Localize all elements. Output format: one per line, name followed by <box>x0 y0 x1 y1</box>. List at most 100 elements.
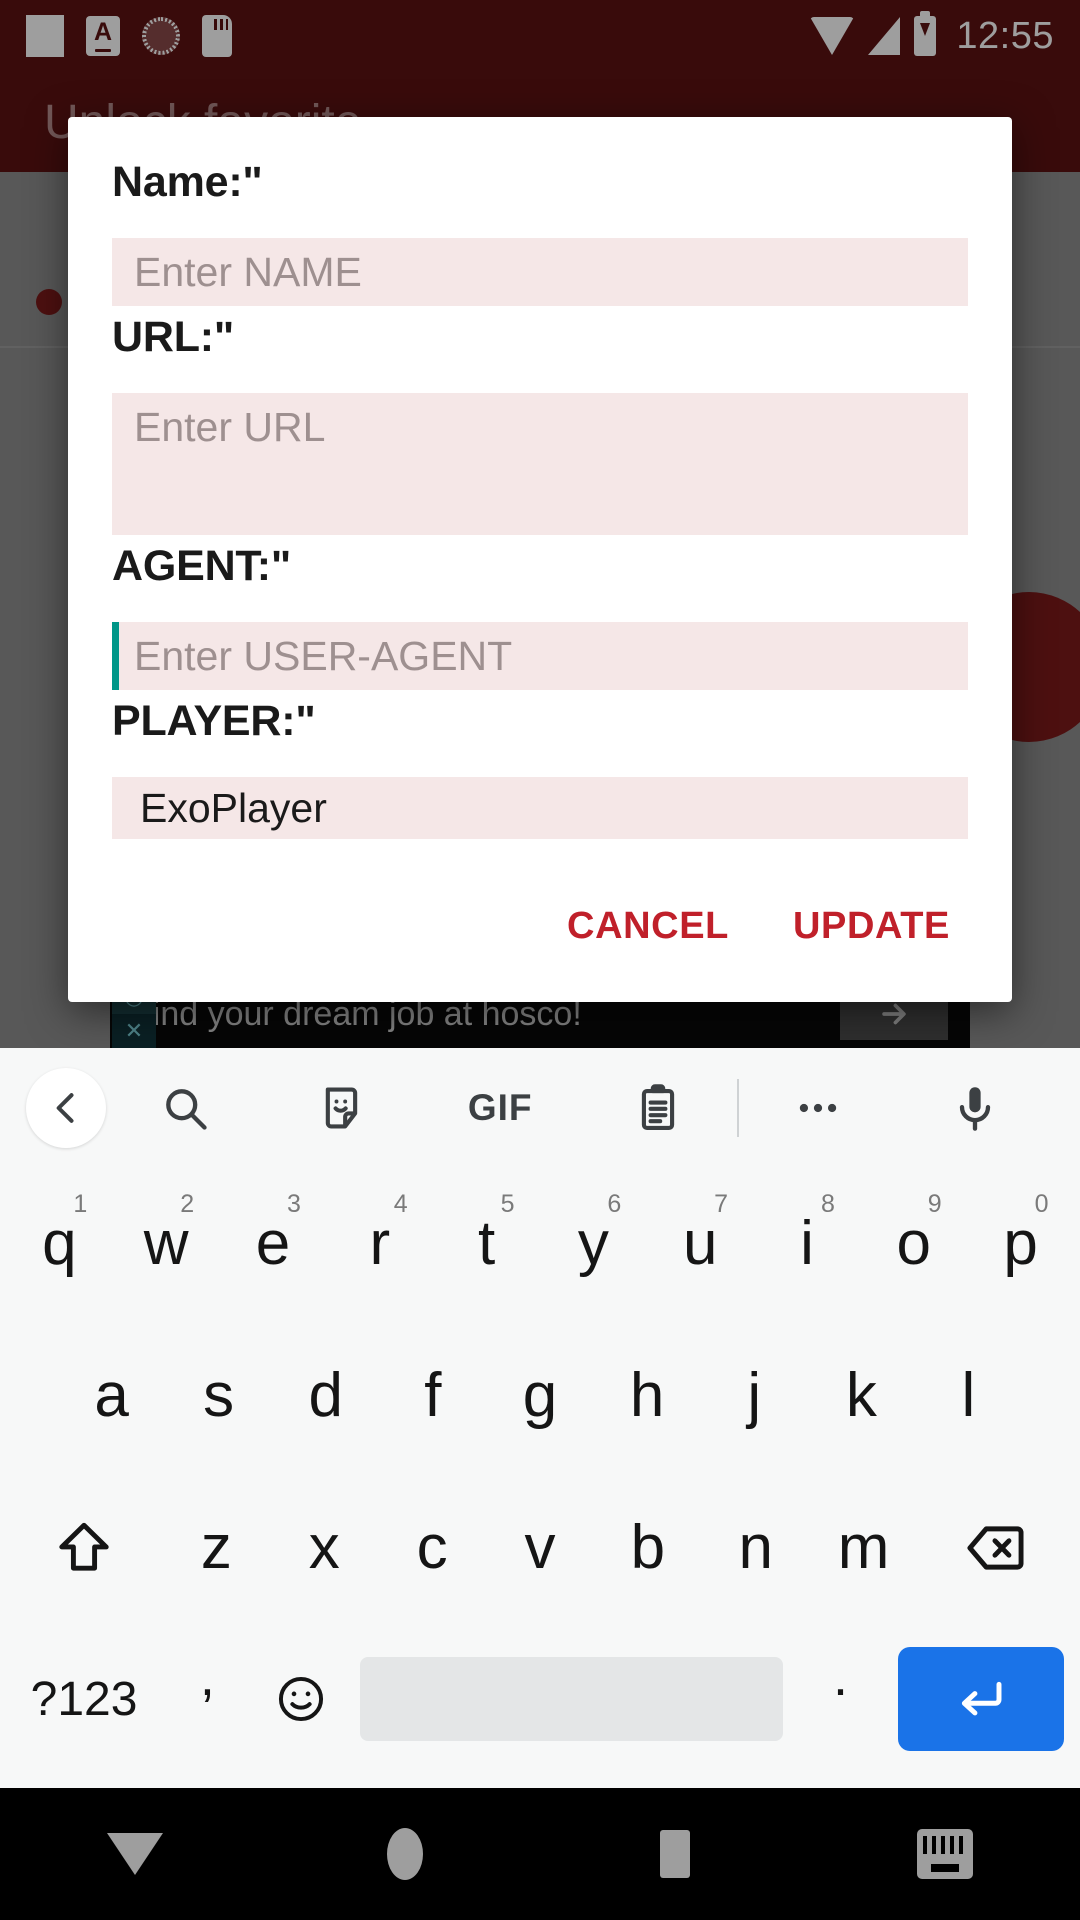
key-u-label: u <box>682 1209 718 1278</box>
key-o[interactable]: 9o <box>860 1168 967 1320</box>
key-x[interactable]: x <box>270 1472 378 1624</box>
search-icon[interactable] <box>106 1082 264 1134</box>
symbols-key[interactable]: ?123 <box>6 1672 162 1727</box>
key-k[interactable]: k <box>808 1320 915 1472</box>
edit-channel-dialog: Name:" Enter NAME URL:" Enter URL AGENT:… <box>68 117 1012 1002</box>
key-k-label: k <box>845 1361 877 1430</box>
key-r[interactable]: 4r <box>326 1168 433 1320</box>
key-n[interactable]: n <box>702 1472 810 1624</box>
player-select-value: ExoPlayer <box>140 784 327 831</box>
keyboard-row-3: z x c v b n m <box>6 1472 1074 1624</box>
keyboard-toolbar: GIF <box>0 1048 1080 1168</box>
recents-square-icon <box>660 1830 690 1878</box>
agent-field-label: AGENT:" <box>112 542 292 590</box>
key-b[interactable]: b <box>594 1472 702 1624</box>
key-y-number: 6 <box>607 1190 622 1218</box>
key-q-number: 1 <box>73 1190 88 1218</box>
keyboard-row-2: a s d f g h j k l <box>6 1320 1074 1472</box>
recents-button[interactable] <box>540 1830 810 1878</box>
key-p[interactable]: 0p <box>967 1168 1074 1320</box>
enter-arrow-icon[interactable] <box>897 1647 1064 1751</box>
key-d-label: d <box>308 1361 344 1430</box>
home-circle-icon <box>387 1828 423 1880</box>
key-h[interactable]: h <box>594 1320 701 1472</box>
home-button[interactable] <box>270 1828 540 1880</box>
shift-arrow-icon[interactable] <box>6 1472 162 1624</box>
back-button[interactable] <box>0 1833 270 1875</box>
url-field-label: URL:" <box>112 313 235 361</box>
user-agent-input[interactable]: Enter USER-AGENT <box>112 622 968 690</box>
key-o-number: 9 <box>927 1190 942 1218</box>
key-g-label: g <box>522 1361 558 1430</box>
url-input[interactable]: Enter URL <box>112 393 968 535</box>
clipboard-icon[interactable] <box>579 1082 737 1134</box>
key-q[interactable]: 1q <box>6 1168 113 1320</box>
key-w-label: w <box>143 1209 189 1278</box>
key-z-label: z <box>200 1513 232 1582</box>
url-input-placeholder: Enter URL <box>134 404 326 450</box>
key-i-label: i <box>800 1209 814 1278</box>
key-t-number: 5 <box>500 1190 515 1218</box>
key-e[interactable]: 3e <box>220 1168 327 1320</box>
key-u-number: 7 <box>714 1190 729 1218</box>
keyboard-switch-button[interactable] <box>810 1829 1080 1879</box>
key-s[interactable]: s <box>165 1320 272 1472</box>
key-i-number: 8 <box>820 1190 835 1218</box>
key-y-label: y <box>577 1209 609 1278</box>
key-p-label: p <box>1003 1209 1038 1278</box>
more-options-icon[interactable] <box>739 1082 897 1134</box>
cancel-button[interactable]: CANCEL <box>549 895 747 958</box>
key-f[interactable]: f <box>379 1320 486 1472</box>
space-key[interactable] <box>360 1657 784 1741</box>
key-o-label: o <box>896 1209 932 1278</box>
name-input[interactable]: Enter NAME <box>112 238 968 306</box>
key-t[interactable]: 5t <box>433 1168 540 1320</box>
key-i[interactable]: 8i <box>754 1168 861 1320</box>
update-button[interactable]: UPDATE <box>775 895 968 958</box>
sticker-icon[interactable] <box>264 1082 422 1134</box>
dialog-action-bar: CANCEL UPDATE <box>112 849 968 1002</box>
key-m[interactable]: m <box>810 1472 918 1624</box>
key-c-label: c <box>416 1513 448 1582</box>
keyboard-row-1: 1q 2w 3e 4r 5t 6y 7u 8i 9o 0p <box>6 1168 1074 1320</box>
text-cursor <box>112 622 119 690</box>
back-chevron-icon[interactable] <box>26 1068 106 1148</box>
key-h-label: h <box>629 1361 665 1430</box>
gif-label: GIF <box>467 1087 533 1128</box>
backspace-icon[interactable] <box>918 1472 1074 1624</box>
key-a-label: a <box>94 1361 129 1430</box>
key-v[interactable]: v <box>486 1472 594 1624</box>
key-d[interactable]: d <box>272 1320 379 1472</box>
comma-key[interactable]: , <box>162 1646 253 1752</box>
period-key[interactable]: . <box>795 1646 886 1752</box>
key-x-label: x <box>308 1513 340 1582</box>
key-f-label: f <box>424 1361 442 1430</box>
key-s-label: s <box>203 1361 235 1430</box>
on-screen-keyboard: GIF 1 q 2 w 3 e 4 r 5 t 6 y 7 u 8 i 9 o … <box>0 1048 1080 1788</box>
gif-icon[interactable]: GIF <box>421 1087 579 1129</box>
key-w[interactable]: 2w <box>113 1168 220 1320</box>
microphone-icon[interactable] <box>896 1082 1054 1134</box>
player-select[interactable]: ExoPlayer <box>112 777 968 839</box>
key-p-number: 0 <box>1034 1190 1049 1218</box>
key-w-number: 2 <box>180 1190 195 1218</box>
key-r-number: 4 <box>393 1190 408 1218</box>
key-a[interactable]: a <box>58 1320 165 1472</box>
key-u[interactable]: 7u <box>647 1168 754 1320</box>
key-y[interactable]: 6y <box>540 1168 647 1320</box>
key-g[interactable]: g <box>486 1320 593 1472</box>
key-e-number: 3 <box>286 1190 301 1218</box>
name-field-label: Name:" <box>112 158 263 206</box>
system-navigation-bar <box>0 1788 1080 1920</box>
key-j[interactable]: j <box>701 1320 808 1472</box>
emoji-smiley-icon[interactable] <box>253 1671 349 1727</box>
key-l-label: l <box>961 1361 976 1430</box>
key-b-label: b <box>630 1513 666 1582</box>
name-input-placeholder: Enter NAME <box>134 248 362 295</box>
key-l[interactable]: l <box>915 1320 1022 1472</box>
key-t-label: t <box>477 1209 496 1278</box>
key-r-label: r <box>369 1209 391 1278</box>
key-z[interactable]: z <box>162 1472 270 1624</box>
key-c[interactable]: c <box>378 1472 486 1624</box>
user-agent-input-placeholder: Enter USER-AGENT <box>134 632 513 679</box>
